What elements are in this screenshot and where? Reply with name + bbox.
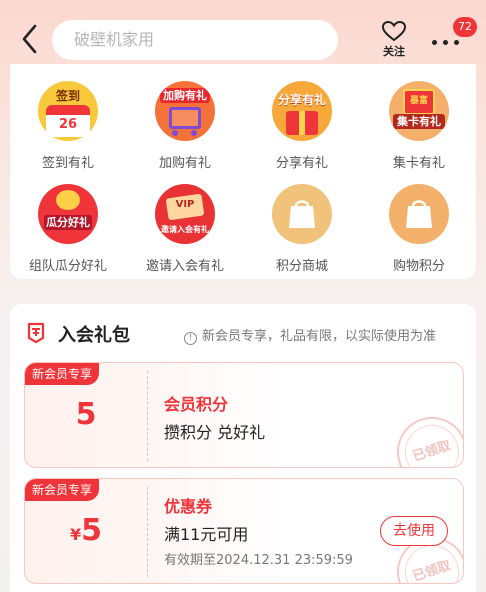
grid-item-collect-card[interactable]: 暴富 集卡有礼 集卡有礼 <box>361 81 477 171</box>
coupon-desc: 满11元可用 <box>164 525 249 544</box>
coupon-value: ¥5 <box>69 513 102 548</box>
message-count-badge: 72 <box>453 17 477 37</box>
coupon-expire: 有效期至2024.12.31 23:59:59 <box>164 553 353 568</box>
coupon-discount[interactable]: 新会员专享 ¥5 优惠券 满11元可用 有效期至2024.12.31 23:59… <box>24 478 464 584</box>
grid-label: 组队瓜分好礼 <box>28 259 107 274</box>
shopping-points-icon <box>389 184 449 244</box>
membership-gift-pack: 入会礼包 ! 新会员专享，礼品有限，以实际使用为准 新会员专享 5 会员积分 攒积… <box>10 304 476 592</box>
top-bar: 破壁机家用 关注 72 <box>0 0 486 70</box>
grid-label: 签到有礼 <box>41 156 94 171</box>
grid-item-add-cart[interactable]: 加购有礼 加购有礼 <box>127 81 243 171</box>
back-arrow-icon[interactable] <box>18 22 42 56</box>
team-split-gift-icon: 瓜分好礼 <box>38 184 98 244</box>
add-cart-gift-icon: 加购有礼 <box>155 81 215 141</box>
grid-label: 加购有礼 <box>158 156 211 171</box>
grid-item-checkin[interactable]: 签到 26 签到有礼 <box>10 81 126 171</box>
gift-entry-grid: 签到 26 签到有礼 加购有礼 加购有礼 分享有礼 分享有礼 暴富 集卡有礼 集… <box>10 64 476 279</box>
grid-item-points-mall[interactable]: 积分商城 <box>244 184 360 274</box>
grid-item-share[interactable]: 分享有礼 分享有礼 <box>244 81 360 171</box>
grid-label: 购物积分 <box>392 259 445 274</box>
claimed-stamp: 已领取 <box>387 407 463 467</box>
section-title: 入会礼包 <box>58 325 130 346</box>
invite-join-gift-icon: VIP 邀请入会有礼 <box>155 184 215 244</box>
coupon-tag: 新会员专享 <box>25 479 100 501</box>
share-gift-icon: 分享有礼 <box>272 81 332 141</box>
notice-text: ! 新会员专享，礼品有限，以实际使用为准 <box>184 325 436 345</box>
more-dots-icon <box>432 40 460 46</box>
coupon-value: 5 <box>75 397 97 432</box>
heart-icon <box>372 20 416 42</box>
points-mall-icon <box>272 184 332 244</box>
grid-label: 邀请入会有礼 <box>145 259 224 274</box>
checkin-gift-icon: 签到 26 <box>38 81 98 141</box>
gift-pack-icon <box>26 322 46 344</box>
info-icon: ! <box>184 332 197 345</box>
coupon-name: 优惠券 <box>164 497 213 516</box>
coupon-member-points[interactable]: 新会员专享 5 会员积分 攒积分 兑好礼 已领取 <box>24 362 464 468</box>
grid-item-team-split[interactable]: 瓜分好礼 组队瓜分好礼 <box>10 184 126 274</box>
collect-card-gift-icon: 暴富 集卡有礼 <box>389 81 449 141</box>
divider <box>147 487 148 577</box>
grid-label: 分享有礼 <box>275 156 328 171</box>
coupon-tag: 新会员专享 <box>25 363 100 385</box>
grid-label: 积分商城 <box>275 259 328 274</box>
follow-button[interactable]: 关注 <box>372 20 416 64</box>
divider <box>147 371 148 461</box>
grid-label: 集卡有礼 <box>392 156 445 171</box>
follow-label: 关注 <box>383 45 405 58</box>
use-coupon-button[interactable]: 去使用 <box>380 516 448 546</box>
grid-item-shopping-points[interactable]: 购物积分 <box>361 184 477 274</box>
coupon-name: 会员积分 <box>164 395 229 414</box>
grid-item-invite-join[interactable]: VIP 邀请入会有礼 邀请入会有礼 <box>127 184 243 274</box>
coupon-desc: 攒积分 兑好礼 <box>164 423 266 442</box>
search-input[interactable]: 破壁机家用 <box>52 20 338 60</box>
